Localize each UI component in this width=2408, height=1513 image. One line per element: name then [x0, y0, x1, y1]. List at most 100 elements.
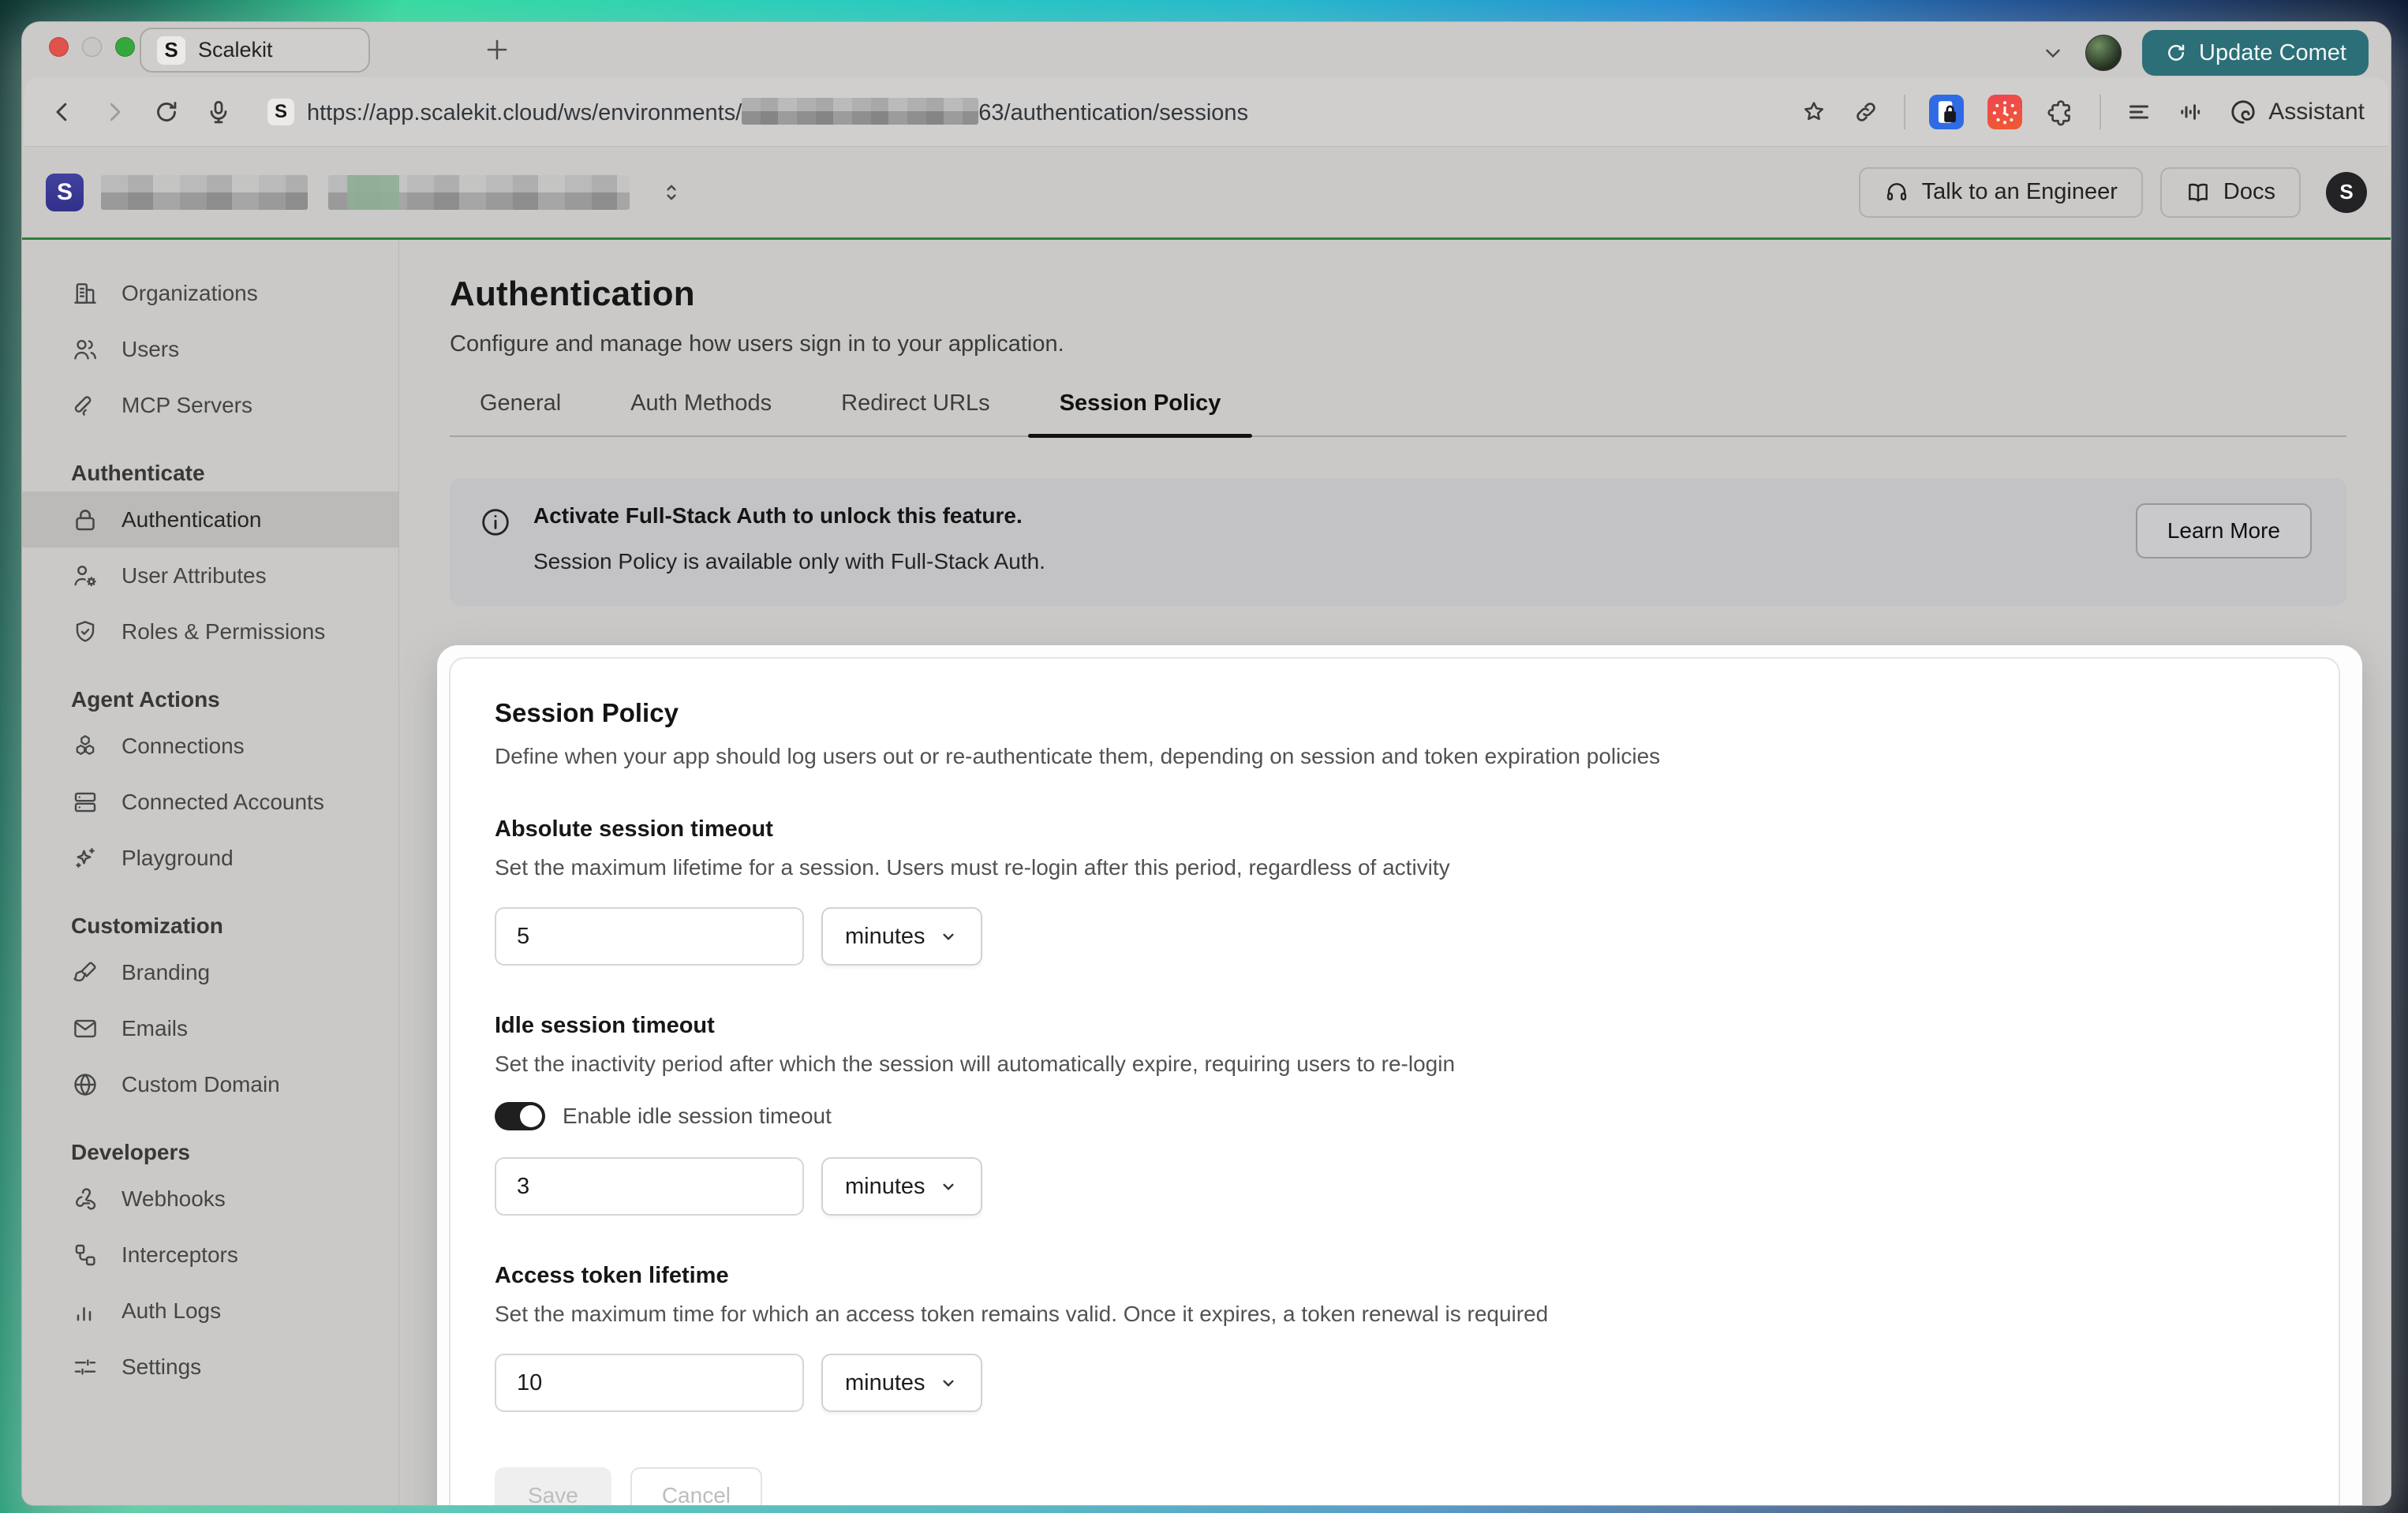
password-manager-extension-icon[interactable] — [1929, 95, 1964, 129]
user-attributes-icon — [71, 562, 99, 590]
idle-timeout-field: Idle session timeout Set the inactivity … — [495, 1013, 2291, 1216]
extensions-puzzle-icon[interactable] — [2046, 97, 2076, 127]
tab-redirect-urls[interactable]: Redirect URLs — [841, 390, 990, 435]
absolute-timeout-input[interactable] — [495, 907, 804, 966]
sidebar-item-connections[interactable]: Connections — [22, 718, 398, 774]
sidebar-item-auth-logs[interactable]: Auth Logs — [22, 1283, 398, 1339]
assistant-label: Assistant — [2268, 99, 2365, 125]
sidebar-item-custom-domain[interactable]: Custom Domain — [22, 1056, 398, 1112]
url-redacted-segment — [742, 98, 978, 125]
banner-title: Activate Full-Stack Auth to unlock this … — [533, 503, 2136, 529]
minimize-window-button[interactable] — [82, 37, 102, 57]
idle-timeout-toggle-label: Enable idle session timeout — [563, 1104, 832, 1129]
browser-profile-avatar[interactable] — [2085, 35, 2122, 71]
address-bar[interactable]: S https://app.scalekit.cloud/ws/environm… — [267, 98, 1776, 126]
main-content: Authentication Configure and manage how … — [399, 240, 2391, 1505]
sidebar-item-label: MCP Servers — [122, 393, 252, 418]
talk-to-engineer-button[interactable]: Talk to an Engineer — [1859, 167, 2143, 218]
sidebar-item-webhooks[interactable]: Webhooks — [22, 1171, 398, 1227]
zoom-window-button[interactable] — [115, 37, 135, 57]
chevron-down-icon — [938, 926, 959, 947]
idle-timeout-input[interactable] — [495, 1157, 804, 1216]
absolute-timeout-label: Absolute session timeout — [495, 816, 2291, 842]
new-tab-button[interactable] — [482, 35, 512, 65]
save-button[interactable]: Save — [495, 1467, 611, 1505]
sidebar-item-label: Playground — [122, 846, 234, 871]
menu-icon[interactable] — [2125, 98, 2153, 126]
sidebar-item-users[interactable]: Users — [22, 321, 398, 377]
sidebar-item-roles-permissions[interactable]: Roles & Permissions — [22, 603, 398, 659]
docs-button[interactable]: Docs — [2160, 167, 2301, 218]
headphones-icon — [1884, 180, 1909, 205]
sidebar-item-connected-accounts[interactable]: Connected Accounts — [22, 774, 398, 830]
webhook-icon — [71, 1185, 99, 1213]
voice-waveform-icon[interactable] — [2177, 98, 2205, 126]
sidebar-item-settings[interactable]: Settings — [22, 1339, 398, 1395]
update-comet-button[interactable]: Update Comet — [2142, 30, 2369, 76]
red-extension-icon[interactable] — [1987, 95, 2022, 129]
sidebar-item-interceptors[interactable]: Interceptors — [22, 1227, 398, 1283]
copy-link-icon[interactable] — [1852, 98, 1880, 126]
sidebar-item-authentication[interactable]: Authentication — [22, 491, 398, 547]
lock-icon — [71, 506, 99, 534]
cancel-button[interactable]: Cancel — [630, 1467, 762, 1505]
back-icon[interactable] — [48, 98, 77, 126]
sidebar-item-playground[interactable]: Playground — [22, 830, 398, 886]
sidebar-item-user-attributes[interactable]: User Attributes — [22, 547, 398, 603]
access-token-input[interactable] — [495, 1354, 804, 1412]
absolute-timeout-unit-select[interactable]: minutes — [821, 907, 982, 966]
mcp-servers-icon — [71, 391, 99, 420]
browser-toolbar: S https://app.scalekit.cloud/ws/environm… — [24, 77, 2388, 147]
close-window-button[interactable] — [49, 37, 69, 57]
page-title: Authentication — [450, 275, 2346, 314]
assistant-button[interactable]: Assistant — [2229, 98, 2365, 126]
info-icon — [480, 506, 511, 574]
sidebar-item-label: Users — [122, 337, 179, 362]
idle-timeout-label: Idle session timeout — [495, 1013, 2291, 1039]
refresh-icon — [2164, 41, 2188, 65]
server-stack-icon — [71, 788, 99, 816]
url-favicon: S — [267, 99, 294, 125]
forward-icon[interactable] — [100, 98, 129, 126]
idle-timeout-unit-select[interactable]: minutes — [821, 1157, 982, 1216]
toolbar-divider — [2100, 95, 2101, 129]
browser-tab[interactable]: S Scalekit — [140, 28, 370, 73]
sidebar-item-emails[interactable]: Emails — [22, 1000, 398, 1056]
assistant-spiral-icon — [2229, 98, 2257, 126]
sidebar-item-branding[interactable]: Branding — [22, 944, 398, 1000]
learn-more-button[interactable]: Learn More — [2136, 503, 2312, 559]
shield-check-icon — [71, 618, 99, 646]
update-comet-label: Update Comet — [2199, 40, 2346, 66]
access-token-unit-select[interactable]: minutes — [821, 1354, 982, 1412]
tab-overflow-chevron-icon[interactable] — [2041, 41, 2065, 65]
workspace-switcher-chevrons-icon[interactable] — [660, 181, 683, 204]
idle-timeout-toggle[interactable] — [495, 1102, 545, 1130]
talk-to-engineer-label: Talk to an Engineer — [1922, 179, 2118, 205]
tab-auth-methods[interactable]: Auth Methods — [630, 390, 772, 435]
scalekit-favicon: S — [157, 36, 185, 65]
tab-session-policy[interactable]: Session Policy — [1060, 390, 1221, 435]
sidebar-item-label: Authentication — [122, 507, 261, 532]
sidebar-item-label: Webhooks — [122, 1186, 226, 1212]
reload-icon[interactable] — [152, 98, 181, 126]
globe-icon — [71, 1070, 99, 1099]
workspace-name-redacted — [101, 175, 308, 210]
access-token-label: Access token lifetime — [495, 1263, 2291, 1289]
sidebar-item-organizations[interactable]: Organizations — [22, 265, 398, 321]
users-icon — [71, 335, 99, 364]
session-policy-heading: Session Policy — [495, 698, 2291, 728]
fullstack-auth-banner: Activate Full-Stack Auth to unlock this … — [450, 478, 2346, 606]
tab-general[interactable]: General — [480, 390, 561, 435]
user-avatar[interactable]: S — [2326, 172, 2367, 213]
absolute-timeout-description: Set the maximum lifetime for a session. … — [495, 855, 2291, 880]
interceptors-icon — [71, 1241, 99, 1269]
sidebar-item-label: Branding — [122, 960, 210, 985]
scalekit-app: S Talk to an Engineer Docs S — [22, 147, 2391, 1505]
unit-select-value: minutes — [845, 1370, 925, 1396]
microphone-icon[interactable] — [204, 98, 233, 126]
sidebar-item-mcp-servers[interactable]: MCP Servers — [22, 377, 398, 433]
access-token-description: Set the maximum time for which an access… — [495, 1302, 2291, 1327]
scalekit-logo: S — [46, 174, 84, 211]
bookmark-star-icon[interactable] — [1800, 98, 1828, 126]
sidebar-item-label: Interceptors — [122, 1242, 238, 1268]
